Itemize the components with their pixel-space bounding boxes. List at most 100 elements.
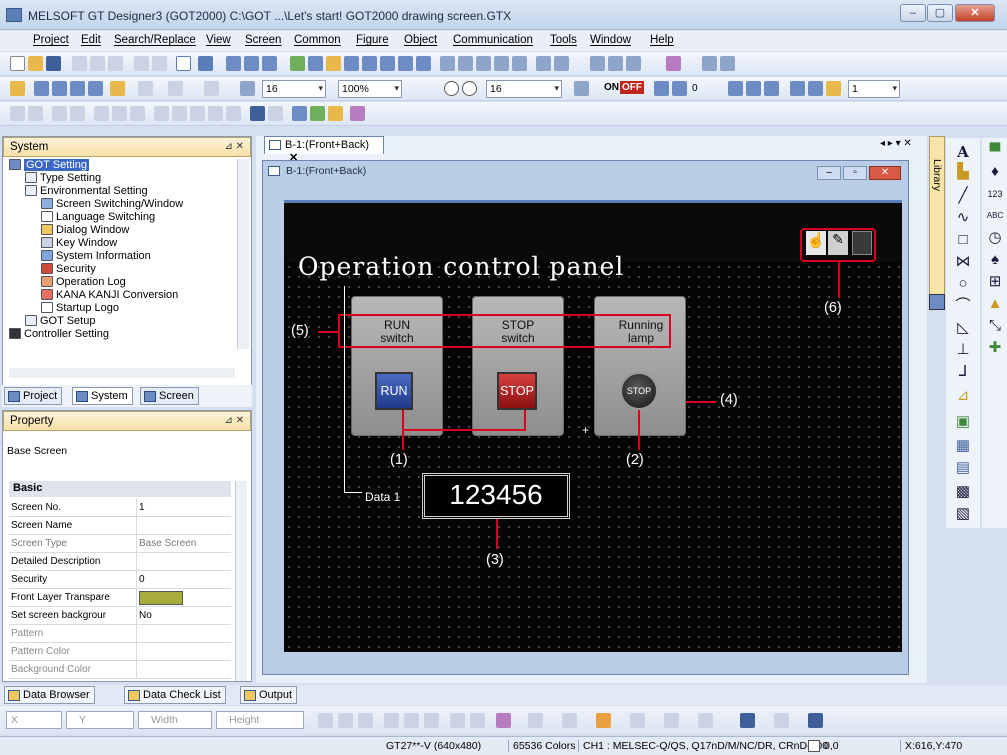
- tree-item-security[interactable]: Security: [41, 263, 96, 276]
- property-row[interactable]: Detailed Description: [9, 553, 231, 571]
- scale-tool-icon[interactable]: ⊥: [954, 342, 972, 358]
- save-icon[interactable]: [46, 56, 61, 71]
- tree-item-type-setting[interactable]: Type Setting: [25, 172, 101, 185]
- paste-icon[interactable]: [108, 56, 123, 71]
- order-front-icon[interactable]: [94, 106, 109, 121]
- property-row[interactable]: Screen No. 1: [9, 499, 231, 517]
- line-style-icon[interactable]: [528, 713, 543, 728]
- property-row[interactable]: Pattern: [9, 625, 231, 643]
- select-icon[interactable]: [176, 56, 191, 71]
- fill-color-icon[interactable]: [204, 81, 219, 96]
- device-list-icon[interactable]: [362, 56, 377, 71]
- arrange-icon[interactable]: [590, 56, 605, 71]
- draw-line-icon[interactable]: [154, 106, 169, 121]
- sector-tool-icon[interactable]: ◺: [954, 320, 972, 336]
- object-switch-icon[interactable]: ▀: [986, 144, 1004, 160]
- off-toggle[interactable]: OFF: [620, 81, 644, 94]
- library-tab[interactable]: Library: [929, 136, 945, 306]
- line-color-picker-icon[interactable]: [596, 713, 611, 728]
- screen-minimize-button[interactable]: –: [817, 166, 841, 180]
- paint-tool-icon[interactable]: ⊿: [954, 388, 972, 404]
- menu-object[interactable]: Object: [404, 34, 437, 46]
- ungroup-icon[interactable]: [626, 56, 641, 71]
- object-numeric-icon[interactable]: 123: [986, 186, 1004, 202]
- tab-project[interactable]: Project: [4, 387, 63, 405]
- text-tool-icon[interactable]: A: [954, 144, 972, 160]
- panel-title[interactable]: Operation control panel: [298, 252, 624, 281]
- align-middle-icon[interactable]: [404, 713, 419, 728]
- import-tool-icon[interactable]: ▤: [954, 460, 972, 476]
- rotate-icon[interactable]: [70, 106, 85, 121]
- snap-icon[interactable]: [110, 81, 125, 96]
- fill-pattern-picker-icon[interactable]: [630, 713, 645, 728]
- tree-item-operation-log[interactable]: Operation Log: [41, 276, 126, 289]
- menu-figure[interactable]: Figure: [356, 34, 389, 46]
- piping-tool-icon[interactable]: ⅃: [954, 364, 972, 380]
- color-swatch[interactable]: [139, 591, 183, 605]
- view-icon[interactable]: [702, 56, 717, 71]
- screen-icon[interactable]: [226, 56, 241, 71]
- new-icon[interactable]: [10, 56, 25, 71]
- pattern-color-icon[interactable]: [664, 713, 679, 728]
- screen-close-icon[interactable]: [52, 81, 67, 96]
- screen-open-icon[interactable]: [34, 81, 49, 96]
- align-left-icon[interactable]: [10, 106, 25, 121]
- parts-icon[interactable]: [326, 56, 341, 71]
- text-style-icon-2[interactable]: [808, 713, 823, 728]
- property-row[interactable]: Pattern Color: [9, 643, 231, 661]
- pen-touch-icon[interactable]: ✎: [828, 231, 848, 255]
- highlight-icon[interactable]: [328, 106, 343, 121]
- screen-image-icon[interactable]: [262, 56, 277, 71]
- write-icon[interactable]: [440, 56, 455, 71]
- tree-item-got-setup[interactable]: GOT Setup: [25, 315, 95, 328]
- align-right-text-icon[interactable]: [358, 713, 373, 728]
- id-display-icon[interactable]: [764, 81, 779, 96]
- align-center-text-icon[interactable]: [338, 713, 353, 728]
- device-display-icon[interactable]: [728, 81, 743, 96]
- page-select[interactable]: 1: [848, 80, 900, 98]
- bg-color-icon[interactable]: [698, 713, 713, 728]
- monitor-icon[interactable]: [512, 56, 527, 71]
- tree-item-language-switching[interactable]: Language Switching: [41, 211, 155, 224]
- tab-nav-icon[interactable]: ◂ ▸ ▾ ✕: [880, 138, 912, 149]
- image-tool-icon[interactable]: ▣: [954, 414, 972, 430]
- library-icon[interactable]: [290, 56, 305, 71]
- flip-icon[interactable]: [52, 106, 67, 121]
- object-clock-icon[interactable]: ◷: [986, 230, 1004, 246]
- order-back-icon[interactable]: [112, 106, 127, 121]
- minimize-button[interactable]: –: [900, 4, 926, 22]
- object-trend-icon[interactable]: ⤡: [986, 318, 1004, 334]
- prev-screen-icon[interactable]: [70, 81, 85, 96]
- state-value[interactable]: 0: [692, 83, 698, 94]
- y-field[interactable]: Y: [66, 711, 134, 729]
- tree-scrollbar[interactable]: [237, 159, 249, 349]
- layer-both-icon[interactable]: [826, 81, 841, 96]
- font-size-select-2[interactable]: 16: [486, 80, 562, 98]
- font-size-select[interactable]: 16: [262, 80, 326, 98]
- polygon-tool-icon[interactable]: ⋈: [954, 254, 972, 270]
- help-icon[interactable]: [198, 56, 213, 71]
- tool-icon[interactable]: [416, 56, 431, 71]
- property-row[interactable]: Front Layer Transpare: [9, 589, 231, 607]
- maximize-button[interactable]: ▢: [927, 4, 953, 22]
- display-select-icon[interactable]: [574, 81, 589, 96]
- text-size-icon[interactable]: [774, 713, 789, 728]
- open-icon[interactable]: [28, 56, 43, 71]
- zoom-in-icon[interactable]: [444, 81, 459, 96]
- tree-item-controller-setting[interactable]: Controller Setting: [9, 328, 109, 341]
- property-row[interactable]: Screen Type Base Screen: [9, 535, 231, 553]
- line-color-icon[interactable]: [138, 81, 153, 96]
- arrow-left-icon[interactable]: [654, 81, 669, 96]
- menu-search-replace[interactable]: Search/Replace: [114, 34, 196, 46]
- property-icon[interactable]: [380, 56, 395, 71]
- menu-tools[interactable]: Tools: [550, 34, 577, 46]
- menu-communication[interactable]: Communication: [453, 34, 533, 46]
- circle-tool-icon[interactable]: ○: [954, 276, 972, 292]
- read-icon[interactable]: [458, 56, 473, 71]
- lamp-tool-icon[interactable]: ▧: [954, 506, 972, 522]
- tree-item-system-information[interactable]: System Information: [41, 250, 151, 263]
- simulator-icon[interactable]: [494, 56, 509, 71]
- undo-icon[interactable]: [134, 56, 149, 71]
- distribute-h-icon[interactable]: [450, 713, 465, 728]
- touch-hand-icon[interactable]: ☝: [806, 231, 826, 255]
